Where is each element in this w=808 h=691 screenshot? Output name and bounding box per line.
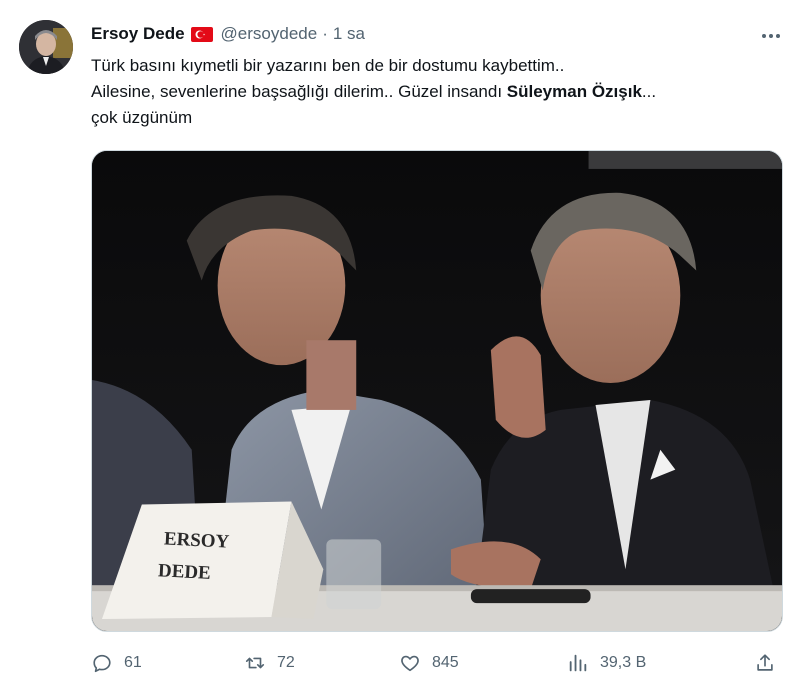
tweet-actions: 61 72 845 39,3 B bbox=[0, 648, 808, 678]
share-button[interactable] bbox=[754, 648, 776, 678]
heart-icon bbox=[399, 652, 421, 674]
nameplate-line-1: ERSOY bbox=[164, 528, 231, 552]
tweet-text-line-1: Türk basını kıymetli bir yazarını ben de… bbox=[91, 56, 565, 75]
retweet-button[interactable]: 72 bbox=[244, 648, 295, 678]
separator-dot: · bbox=[322, 24, 328, 43]
reply-icon bbox=[91, 652, 113, 674]
views-button[interactable]: 39,3 B bbox=[567, 648, 646, 678]
like-button[interactable]: 845 bbox=[399, 648, 459, 678]
tweet-text-line-3: çok üzgünüm bbox=[91, 108, 193, 127]
reply-button[interactable]: 61 bbox=[91, 648, 142, 678]
reply-count: 61 bbox=[124, 654, 142, 671]
turkey-flag-icon bbox=[190, 26, 213, 42]
more-options-icon[interactable] bbox=[755, 26, 787, 46]
retweet-count: 72 bbox=[277, 654, 295, 671]
tweet: Ersoy Dede @ersoydede · 1 sa Türk basını… bbox=[0, 0, 808, 691]
tweet-photo[interactable]: ERSOY DEDE bbox=[91, 150, 783, 632]
nameplate-line-2: DEDE bbox=[158, 560, 212, 584]
timestamp[interactable]: 1 sa bbox=[333, 24, 365, 44]
views-icon bbox=[567, 652, 589, 674]
tweet-text: Türk basını kıymetli bir yazarını ben de… bbox=[91, 53, 791, 131]
share-icon bbox=[754, 652, 776, 674]
tweet-header: Ersoy Dede @ersoydede · 1 sa bbox=[91, 22, 365, 46]
retweet-icon bbox=[244, 652, 266, 674]
views-count: 39,3 B bbox=[600, 654, 647, 671]
like-count: 845 bbox=[432, 654, 459, 671]
tweet-text-line-2-prefix: Ailesine, sevenlerine başsağlığı dilerim… bbox=[91, 82, 507, 101]
user-handle[interactable]: @ersoydede bbox=[221, 24, 318, 44]
tweet-text-line-2-suffix: ... bbox=[641, 82, 657, 101]
avatar[interactable] bbox=[19, 20, 73, 74]
photo-scene: ERSOY DEDE bbox=[92, 151, 782, 631]
display-name[interactable]: Ersoy Dede bbox=[91, 24, 185, 44]
tweet-text-line-2: Ailesine, sevenlerine başsağlığı dilerim… bbox=[91, 79, 791, 105]
mentioned-name: Süleyman Özışık bbox=[506, 82, 642, 101]
avatar-photo bbox=[19, 20, 73, 74]
